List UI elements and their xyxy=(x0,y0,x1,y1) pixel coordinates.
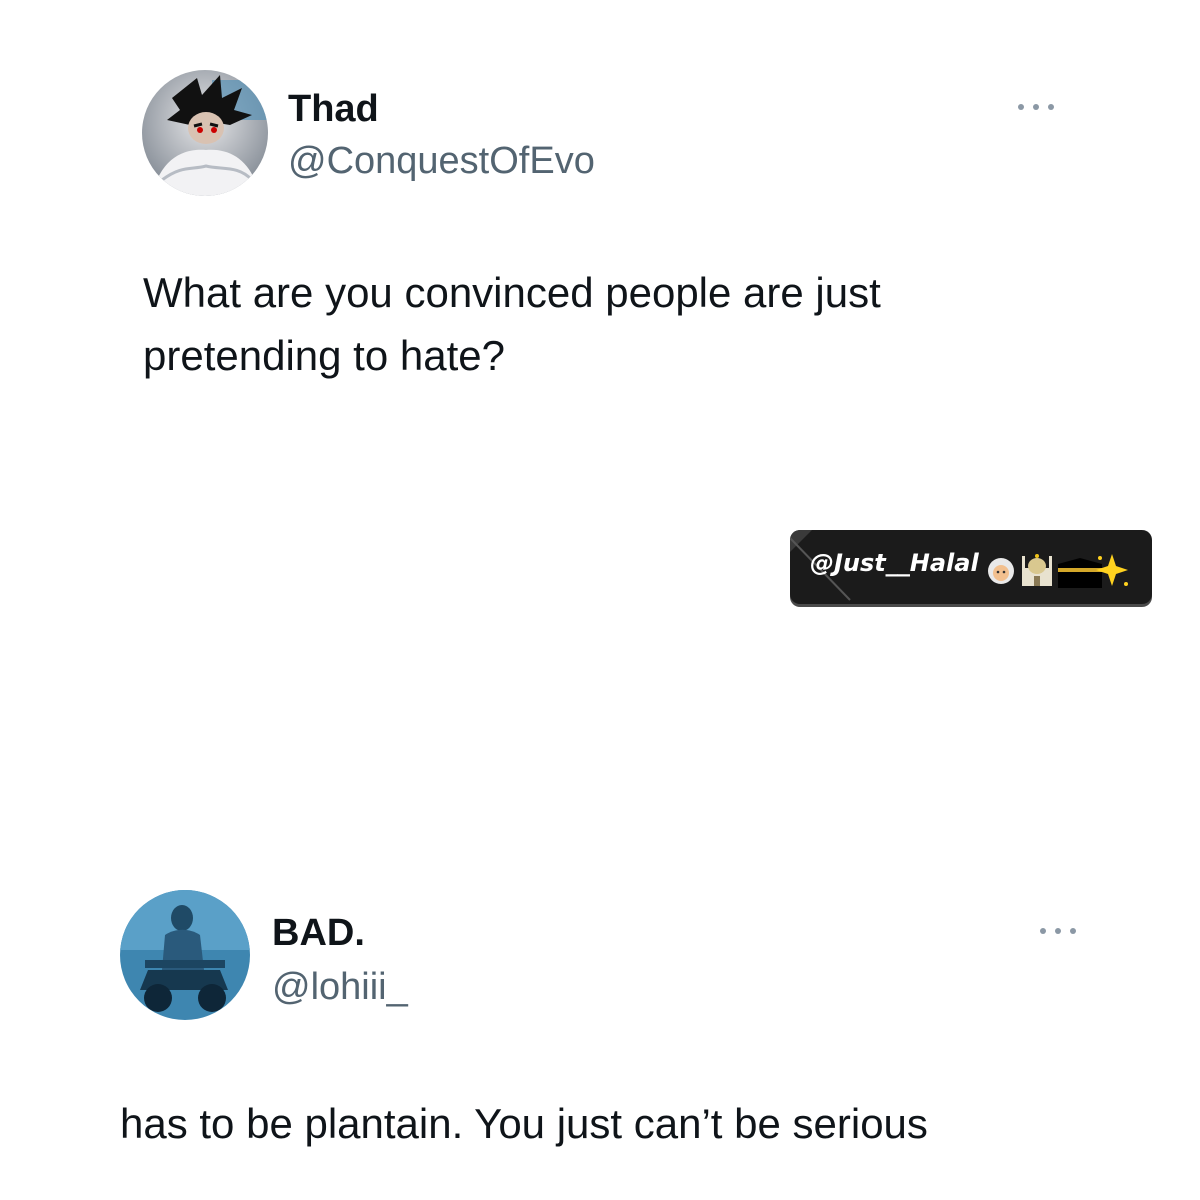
more-horizontal-icon[interactable] xyxy=(1040,926,1076,936)
more-dot xyxy=(1070,928,1076,934)
mosque-icon xyxy=(1022,554,1052,586)
avatar-image xyxy=(120,890,250,1020)
avatar-image xyxy=(142,70,268,196)
more-dot xyxy=(1040,928,1046,934)
reply-author-name[interactable]: BAD. xyxy=(272,914,365,952)
tweet-text-line: pretending to hate? xyxy=(143,332,505,379)
more-dot xyxy=(1055,928,1061,934)
more-dot xyxy=(1033,104,1039,110)
kaaba-icon xyxy=(1058,558,1102,588)
woman-with-headscarf-icon xyxy=(988,558,1014,584)
reply-author-avatar[interactable] xyxy=(120,890,250,1020)
tweet-text: What are you convinced people are just p… xyxy=(143,261,881,387)
reply-author-handle[interactable]: @lohiii_ xyxy=(272,968,408,1006)
more-dot xyxy=(1018,104,1024,110)
author-avatar[interactable] xyxy=(142,70,268,196)
author-name[interactable]: Thad xyxy=(288,90,379,128)
author-handle[interactable]: @ConquestOfEvo xyxy=(288,142,595,180)
tweet-text-line: What are you convinced people are just xyxy=(143,269,881,316)
watermark-emojis xyxy=(988,554,1128,588)
more-horizontal-icon[interactable] xyxy=(1018,102,1054,112)
watermark-badge: @Just__Halal xyxy=(790,530,1152,604)
more-dot xyxy=(1048,104,1054,110)
reply-text: has to be plantain. You just can’t be se… xyxy=(120,1100,928,1147)
